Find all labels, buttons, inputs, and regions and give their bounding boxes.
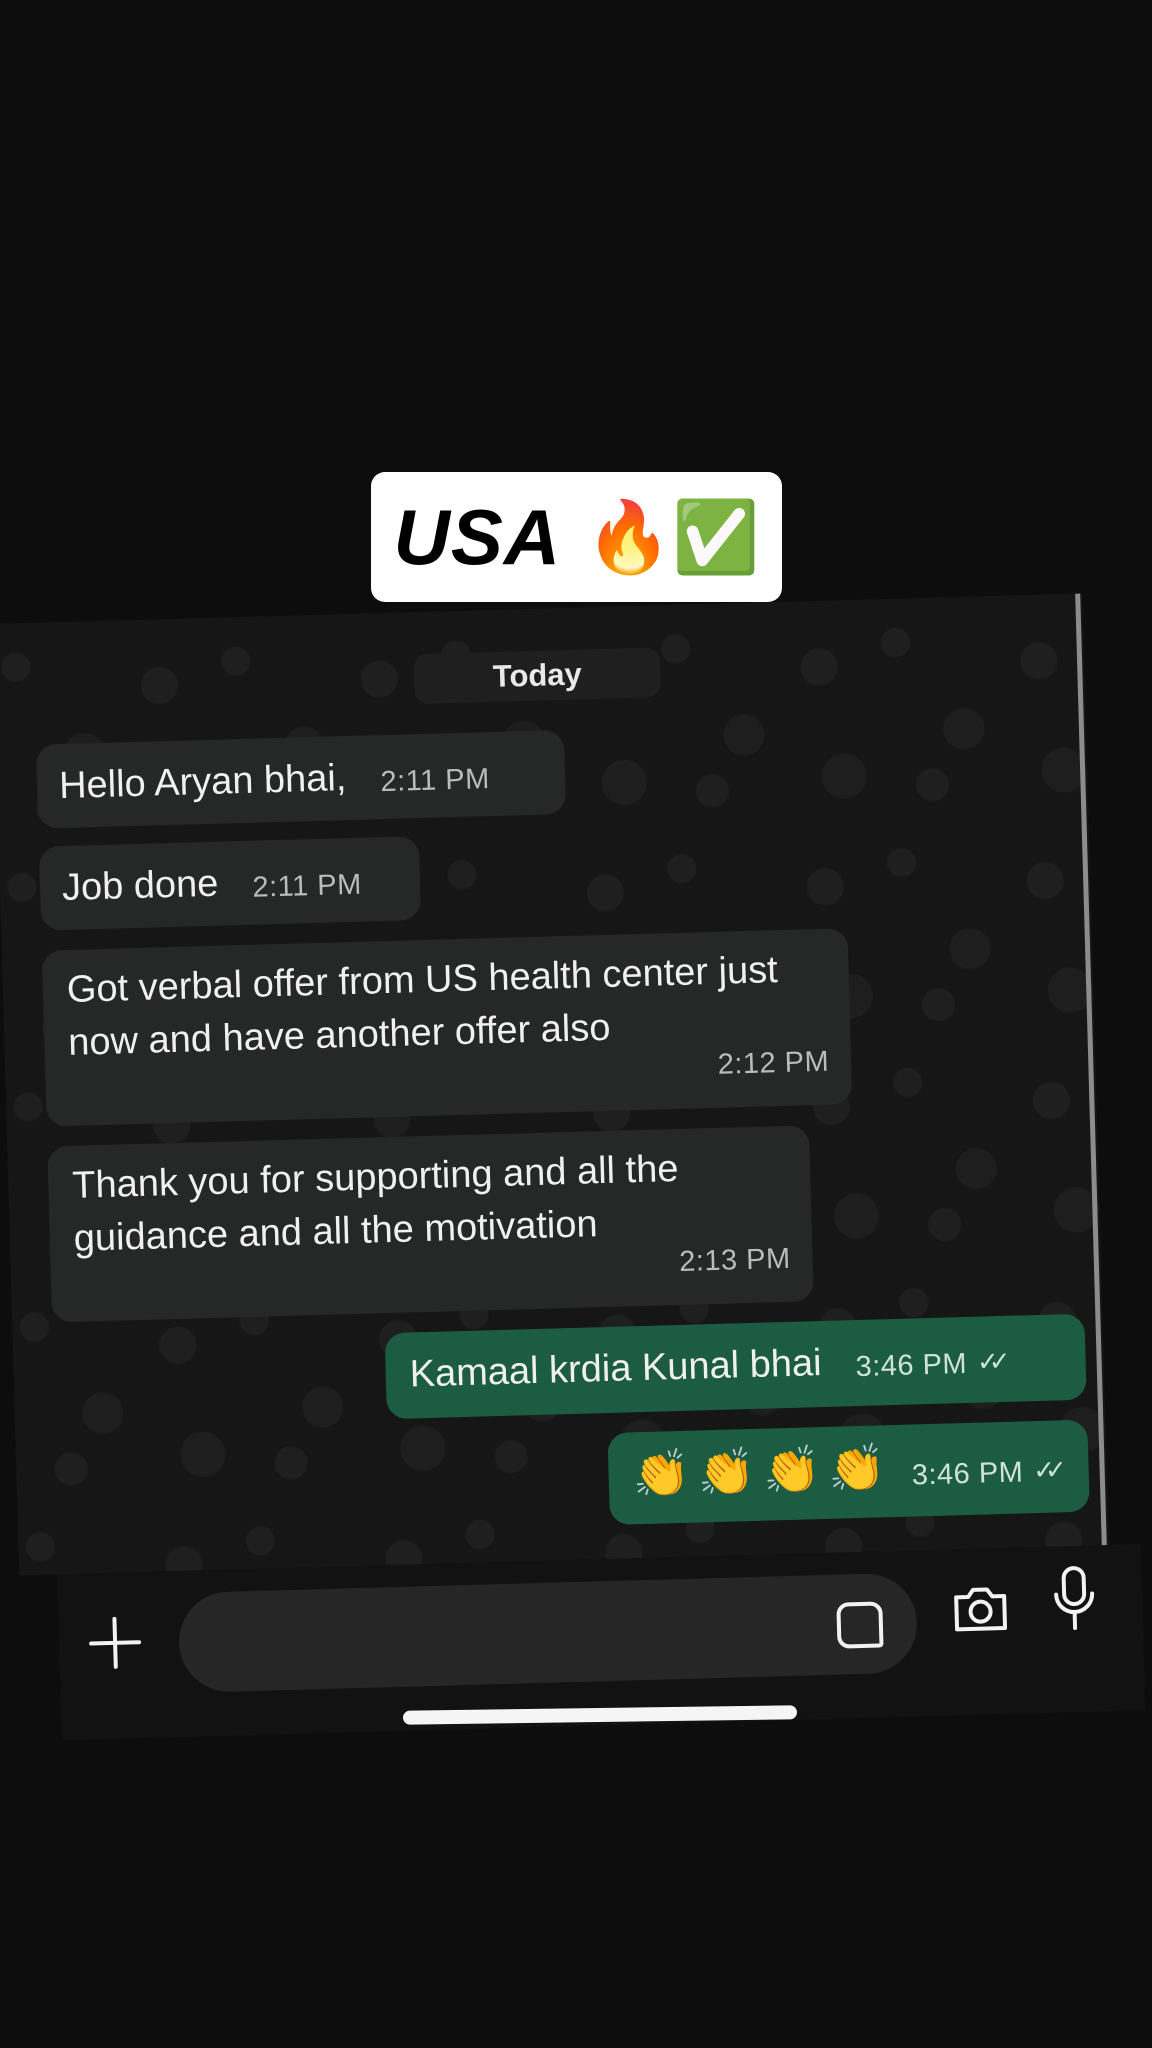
screen: USA 🔥✅ Today Hello Aryan bhai, 2:11 PM Jo… [0,0,1152,2048]
message-time: 2:11 PM [380,763,491,799]
read-receipt-icon: ✓✓ [1032,1454,1058,1486]
message-bubble-incoming[interactable]: Thank you for supporting and all the gui… [47,1125,814,1323]
message-text: Hello Aryan bhai, [58,757,347,808]
date-divider: Today [413,647,661,705]
title-emoji: 🔥✅ [585,496,760,578]
message-time: 2:11 PM [252,868,363,904]
read-receipt-icon: ✓✓ [976,1346,1002,1377]
message-bubble-incoming[interactable]: Got verbal offer from US health center j… [41,928,853,1127]
plus-icon[interactable] [86,1614,144,1672]
message-emoji: 👏👏👏👏 [631,1440,895,1502]
screenshot-edge [1075,593,1107,1546]
message-bubble-incoming[interactable]: Job done 2:11 PM [38,836,422,931]
title-text: USA [393,492,562,581]
message-bubble-incoming[interactable]: Hello Aryan bhai, 2:11 PM [36,729,567,829]
camera-icon[interactable] [950,1578,1012,1640]
message-text: Got verbal offer from US health center j… [66,949,779,1065]
message-text: Kamaal krdia Kunal bhai [409,1342,823,1396]
message-time: 3:46 PM [855,1347,968,1384]
microphone-icon[interactable] [1049,1563,1099,1634]
message-time: 2:12 PM [717,1046,830,1082]
message-time: 3:46 PM [911,1456,1024,1492]
chat-background: Today Hello Aryan bhai, 2:11 PM Job done 2… [0,593,1109,1576]
sticker-icon[interactable] [836,1601,884,1649]
message-bubble-outgoing[interactable]: Kamaal krdia Kunal bhai 3:46 PM ✓✓ [384,1313,1087,1420]
message-input[interactable] [177,1572,919,1694]
message-bubble-outgoing[interactable]: 👏👏👏👏 3:46 PM ✓✓ [607,1419,1090,1525]
message-time: 2:13 PM [678,1243,792,1279]
message-text: Job done [61,862,219,910]
chat-screenshot: Today Hello Aryan bhai, 2:11 PM Job done 2… [0,593,1146,1742]
title-card: USA 🔥✅ [371,472,782,602]
